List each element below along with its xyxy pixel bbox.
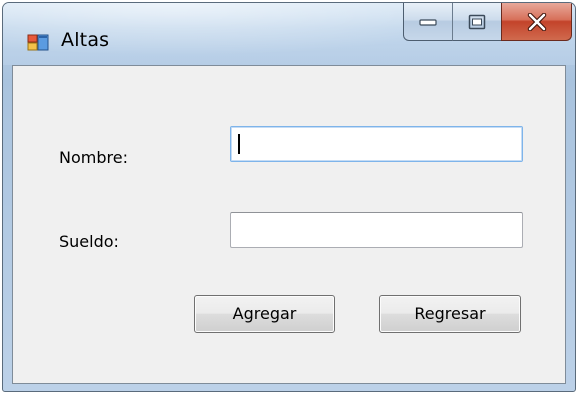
nombre-input[interactable] (230, 126, 523, 162)
text-caret (238, 134, 240, 154)
close-button[interactable] (501, 3, 572, 41)
agregar-button[interactable]: Agregar (194, 295, 335, 333)
maximize-button[interactable] (452, 3, 502, 41)
form-client-area: Nombre: Sueldo: Agregar Regresar (12, 65, 566, 384)
regresar-button[interactable]: Regresar (379, 295, 521, 333)
caption-buttons (403, 3, 572, 43)
maximize-icon (468, 14, 486, 29)
close-icon (527, 12, 546, 31)
window-title: Altas (61, 29, 110, 51)
title-bar[interactable]: Altas (3, 3, 575, 65)
windows-form-icon (27, 34, 49, 51)
nombre-label: Nombre: (59, 148, 128, 167)
minimize-button[interactable] (403, 3, 453, 41)
sueldo-input[interactable] (230, 212, 523, 248)
sueldo-label: Sueldo: (59, 232, 119, 251)
minimize-icon (419, 18, 437, 26)
altas-window: Altas Nombre: Sueldo: Agregar Regresar (2, 2, 576, 392)
